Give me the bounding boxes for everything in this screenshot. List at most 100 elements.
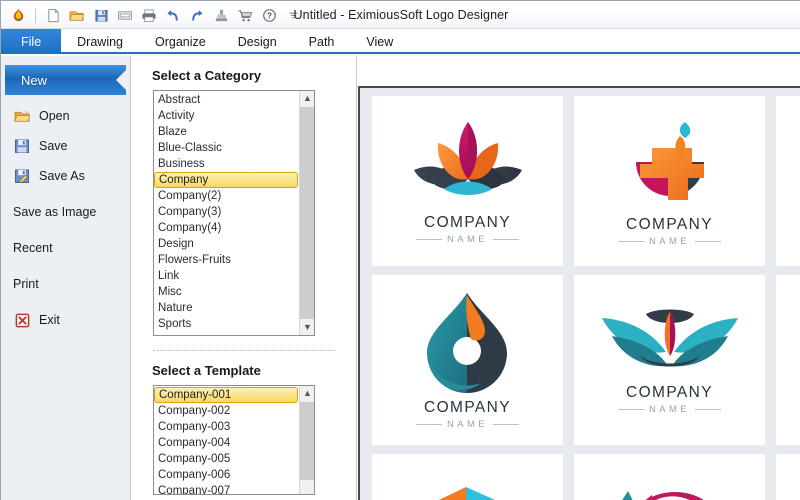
category-listbox[interactable]: Abstract Activity Blaze Blue-Classic Busines… [153, 90, 315, 336]
logo-subtitle-text: NAME [648, 403, 691, 415]
logo-triangle[interactable] [776, 454, 800, 500]
category-list-item[interactable]: Misc [154, 284, 300, 300]
scroll-up-icon[interactable]: ▲ [300, 91, 314, 106]
category-list-item[interactable]: Blaze [154, 124, 300, 140]
logo-droplet[interactable]: COMPANY NAME [372, 275, 563, 445]
logo-wings[interactable]: COMPANY NAME [574, 275, 765, 445]
save-floppy-icon [13, 137, 31, 155]
application-window: ? Untitled - EximiousSoft Logo Designer … [0, 0, 800, 500]
category-list-item[interactable]: Link [154, 268, 300, 284]
menu-item-print-label: Print [13, 277, 39, 291]
category-list-item[interactable]: Business [154, 156, 300, 172]
save-as-icon [13, 167, 31, 185]
rule-right [695, 240, 722, 242]
category-list-item[interactable]: Blue-Classic [154, 140, 300, 156]
category-list-item[interactable]: Sports [154, 316, 300, 332]
menu-item-open-label: Open [39, 109, 70, 123]
scroll-down-icon[interactable]: ▼ [300, 320, 314, 335]
logo-cross-flame[interactable]: COMPANY NAME [574, 96, 765, 266]
menu-item-new[interactable]: New [5, 65, 126, 95]
logo-lotus[interactable]: COMPANY NAME [372, 96, 563, 266]
template-list-item[interactable]: Company-002 [154, 403, 300, 419]
title-bar: ? Untitled - EximiousSoft Logo Designer [1, 1, 800, 29]
ribbon-tabs: File Drawing Organize Design Path View [1, 29, 800, 54]
logo-cube-artwork [408, 485, 528, 500]
window-title: Untitled - EximiousSoft Logo Designer [293, 8, 509, 22]
tab-drawing[interactable]: Drawing [61, 29, 139, 54]
category-list-item[interactable]: Activity [154, 108, 300, 124]
logo-company-name: COMPANY [625, 215, 714, 233]
template-list-item[interactable]: Company-003 [154, 419, 300, 435]
chevron-up-icon: ▲ [303, 93, 312, 103]
menu-item-save-as-image[interactable]: Save as Image [1, 197, 130, 227]
scrollbar-thumb[interactable] [300, 402, 314, 480]
gallery-grid: COMPANY NAME COMPANY NAME COMPANY NAME COMP… [372, 96, 800, 500]
logo-cross-flame-artwork [618, 116, 722, 212]
rule-left [617, 408, 644, 410]
logo-subtitle-text: NAME [446, 233, 489, 245]
menu-item-recent[interactable]: Recent [1, 233, 130, 263]
category-scrollbar[interactable]: ▲ ▼ [299, 91, 314, 335]
template-list-item[interactable]: Company-001 [154, 387, 298, 403]
open-folder-icon [13, 107, 31, 125]
logo-arrow-circle[interactable] [574, 454, 765, 500]
chevron-up-icon: ▲ [303, 388, 312, 398]
template-list-item[interactable]: Company-007 [154, 483, 300, 494]
rule-left [415, 238, 442, 240]
menu-item-recent-label: Recent [13, 241, 53, 255]
template-gallery[interactable]: COMPANY NAME COMPANY NAME COMPANY NAME COMP… [358, 86, 800, 500]
category-list-item[interactable]: Company [154, 172, 298, 188]
menu-item-save-as[interactable]: Save As [1, 161, 130, 191]
logo-tulip[interactable]: COMPANYNAME [776, 96, 800, 266]
selection-panel: Select a Category Abstract Activity Blaze B… [132, 56, 357, 500]
template-listbox[interactable]: Company-001 Company-002 Company-003 Company… [153, 385, 315, 495]
menu-item-exit[interactable]: Exit [1, 305, 130, 335]
logo-droplet-artwork [417, 291, 519, 395]
logo-subtitle-text: NAME [648, 235, 691, 247]
menu-item-open[interactable]: Open [1, 101, 130, 131]
tab-organize[interactable]: Organize [139, 29, 222, 54]
logo-company-name: COMPANY [625, 383, 714, 401]
category-list-item[interactable]: Flowers-Fruits [154, 252, 300, 268]
rule-left [617, 240, 644, 242]
category-list-item[interactable]: Design [154, 236, 300, 252]
logo-subtitle-text: NAME [446, 418, 489, 430]
menu-item-save-as-label: Save As [39, 169, 85, 183]
category-heading: Select a Category [152, 68, 262, 83]
menu-item-new-label: New [21, 72, 48, 88]
tab-design[interactable]: Design [222, 29, 293, 54]
scroll-up-icon[interactable]: ▲ [300, 386, 314, 401]
template-list-item[interactable]: Company-004 [154, 435, 300, 451]
logo-arrow-circle-artwork [608, 485, 732, 500]
category-list-item[interactable]: Company(2) [154, 188, 300, 204]
menu-item-exit-label: Exit [39, 313, 60, 327]
chevron-down-icon: ▼ [303, 322, 312, 332]
rule-left [415, 423, 442, 425]
logo-company-subtitle: NAME [617, 403, 722, 415]
rule-right [493, 238, 520, 240]
rule-right [493, 423, 520, 425]
template-list: Company-001 Company-002 Company-003 Company… [154, 386, 300, 494]
tab-path[interactable]: Path [293, 29, 351, 54]
scrollbar-thumb[interactable] [300, 107, 314, 319]
tab-file[interactable]: File [1, 29, 62, 54]
category-list: Abstract Activity Blaze Blue-Classic Busines… [154, 91, 300, 332]
tab-view[interactable]: View [350, 29, 409, 54]
rule-right [695, 408, 722, 410]
menu-item-save-as-image-label: Save as Image [13, 205, 97, 219]
logo-lotus-artwork [408, 118, 528, 210]
template-list-item[interactable]: Company-006 [154, 467, 300, 483]
menu-item-save[interactable]: Save [1, 131, 130, 161]
logo-circle-dark[interactable]: COMPANYNAME [776, 275, 800, 445]
template-scrollbar[interactable]: ▲ [299, 386, 314, 494]
exit-icon [13, 311, 31, 329]
category-list-item[interactable]: Company(3) [154, 204, 300, 220]
menu-item-save-label: Save [39, 139, 68, 153]
category-list-item[interactable]: Company(4) [154, 220, 300, 236]
template-list-item[interactable]: Company-005 [154, 451, 300, 467]
logo-cube[interactable] [372, 454, 563, 500]
category-list-item[interactable]: Nature [154, 300, 300, 316]
menu-item-print[interactable]: Print [1, 269, 130, 299]
category-list-item[interactable]: Abstract [154, 92, 300, 108]
logo-company-name: COMPANY [423, 213, 512, 231]
